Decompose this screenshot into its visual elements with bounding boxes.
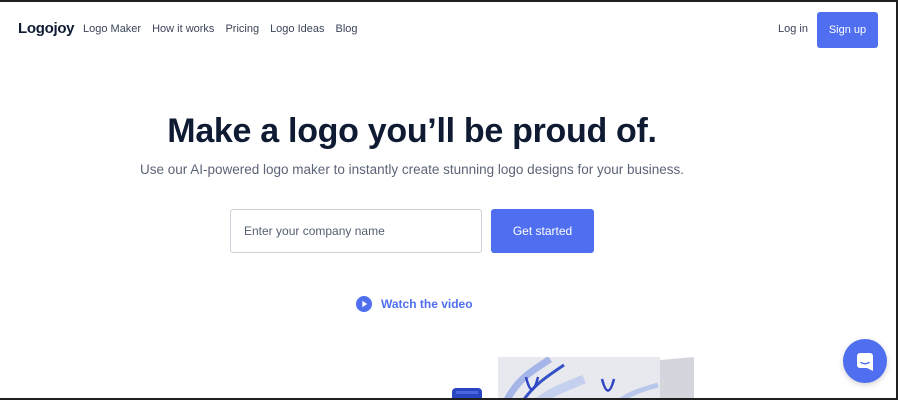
nav-link-blog[interactable]: Blog — [336, 23, 358, 35]
nav-link-logo-ideas[interactable]: Logo Ideas — [270, 23, 324, 35]
logo[interactable]: Logojoy — [18, 20, 75, 37]
chat-bubble-icon — [857, 353, 873, 371]
hero-headline: Make a logo you’ll be proud of. — [167, 112, 657, 150]
nav-link-logo-maker[interactable]: Logo Maker — [83, 23, 141, 35]
bottle-image — [452, 388, 482, 398]
top-nav: Logojoy Logo Maker How it works Pricing … — [0, 2, 896, 58]
watch-video-label: Watch the video — [381, 297, 473, 311]
play-circle-icon — [356, 296, 372, 312]
chat-launcher-button[interactable] — [843, 339, 887, 383]
login-link[interactable]: Log in — [778, 23, 808, 35]
nav-link-pricing[interactable]: Pricing — [225, 23, 259, 35]
signup-button[interactable]: Sign up — [817, 12, 878, 48]
get-started-button[interactable]: Get started — [491, 209, 594, 253]
nav-menu: Logo Maker How it works Pricing Logo Ide… — [83, 23, 358, 35]
page-frame: Logojoy Logo Maker How it works Pricing … — [0, 0, 898, 400]
shopping-bag-image — [498, 357, 694, 398]
nav-link-how-it-works[interactable]: How it works — [152, 23, 214, 35]
hero-subheadline: Use our AI-powered logo maker to instant… — [139, 162, 685, 177]
company-name-input[interactable] — [230, 209, 482, 253]
watch-video-link[interactable]: Watch the video — [356, 296, 473, 312]
